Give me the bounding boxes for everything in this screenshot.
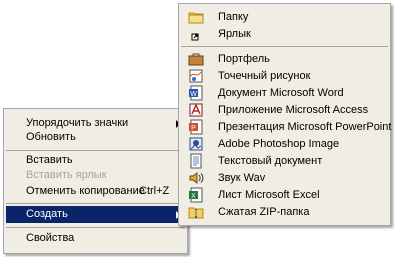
new-wave-sound-item[interactable]: Звук Wav (181, 170, 388, 187)
new-label: Создать (26, 208, 68, 220)
undo-copy-shortcut: Ctrl+Z (139, 185, 170, 197)
powerpoint-presentation-icon: P (188, 119, 204, 135)
new-zip-folder-item[interactable]: Сжатая ZIP-папка (181, 204, 388, 221)
svg-text:P: P (191, 125, 196, 132)
new-photoshop-image-label: Adobe Photoshop Image (218, 138, 340, 150)
new-photoshop-image-item[interactable]: Adobe Photoshop Image (181, 136, 388, 153)
paste-shortcut-item: Вставить ярлык (6, 167, 185, 184)
new-excel-sheet-item[interactable]: X Лист Microsoft Excel (181, 187, 388, 204)
new-access-database-item[interactable]: Приложение Microsoft Access (181, 102, 388, 119)
new-item[interactable]: Создать (6, 206, 185, 223)
new-powerpoint-presentation-item[interactable]: P Презентация Microsoft PowerPoint (181, 119, 392, 136)
menu-separator (6, 150, 185, 151)
new-briefcase-label: Портфель (218, 53, 270, 65)
properties-item[interactable]: Свойства (6, 230, 185, 247)
new-word-document-item[interactable]: W Документ Microsoft Word (181, 85, 388, 102)
access-database-icon (188, 102, 204, 118)
new-folder-item[interactable]: Папку (181, 9, 388, 26)
new-text-document-label: Текстовый документ (218, 155, 323, 167)
new-powerpoint-presentation-label: Презентация Microsoft PowerPoint (218, 121, 392, 133)
properties-label: Свойства (26, 232, 75, 244)
zip-folder-icon (188, 204, 204, 220)
new-word-document-label: Документ Microsoft Word (218, 87, 344, 99)
new-text-document-item[interactable]: Текстовый документ (181, 153, 388, 170)
new-excel-sheet-label: Лист Microsoft Excel (218, 189, 320, 201)
undo-copy-label: Отменить копирование (26, 185, 145, 197)
new-wave-sound-label: Звук Wav (218, 172, 266, 184)
paste-shortcut-label: Вставить ярлык (26, 169, 107, 181)
photoshop-image-icon (188, 136, 204, 152)
new-bitmap-item[interactable]: Точечный рисунок (181, 68, 388, 85)
new-shortcut-item[interactable]: Ярлык (181, 26, 388, 43)
new-folder-label: Папку (218, 11, 249, 23)
new-bitmap-label: Точечный рисунок (218, 70, 311, 82)
new-submenu: Папку Ярлык Портфель Точечный рисунок W … (178, 3, 391, 226)
desktop-context-menu: Упорядочить значки Обновить Вставить Вст… (3, 108, 188, 254)
menu-separator (6, 203, 185, 204)
briefcase-icon (188, 51, 204, 67)
new-shortcut-label: Ярлык (218, 28, 251, 40)
undo-copy-item[interactable]: Отменить копирование Ctrl+Z (6, 183, 185, 200)
refresh-item[interactable]: Обновить (6, 129, 185, 146)
text-document-icon (188, 153, 204, 169)
word-document-icon: W (188, 85, 204, 101)
new-briefcase-item[interactable]: Портфель (181, 51, 388, 68)
desktop: { "context_menu": { "arrange_icons": "Уп… (0, 0, 402, 257)
svg-text:X: X (191, 193, 196, 200)
menu-separator (6, 227, 185, 228)
refresh-label: Обновить (26, 131, 76, 143)
menu-separator (181, 46, 388, 47)
svg-text:W: W (190, 91, 197, 98)
new-access-database-label: Приложение Microsoft Access (218, 104, 369, 116)
folder-icon (188, 9, 204, 25)
wave-sound-icon (188, 170, 204, 186)
shortcut-icon (188, 26, 204, 42)
bitmap-icon (188, 68, 204, 84)
new-zip-folder-label: Сжатая ZIP-папка (218, 206, 310, 218)
excel-sheet-icon: X (188, 187, 204, 203)
